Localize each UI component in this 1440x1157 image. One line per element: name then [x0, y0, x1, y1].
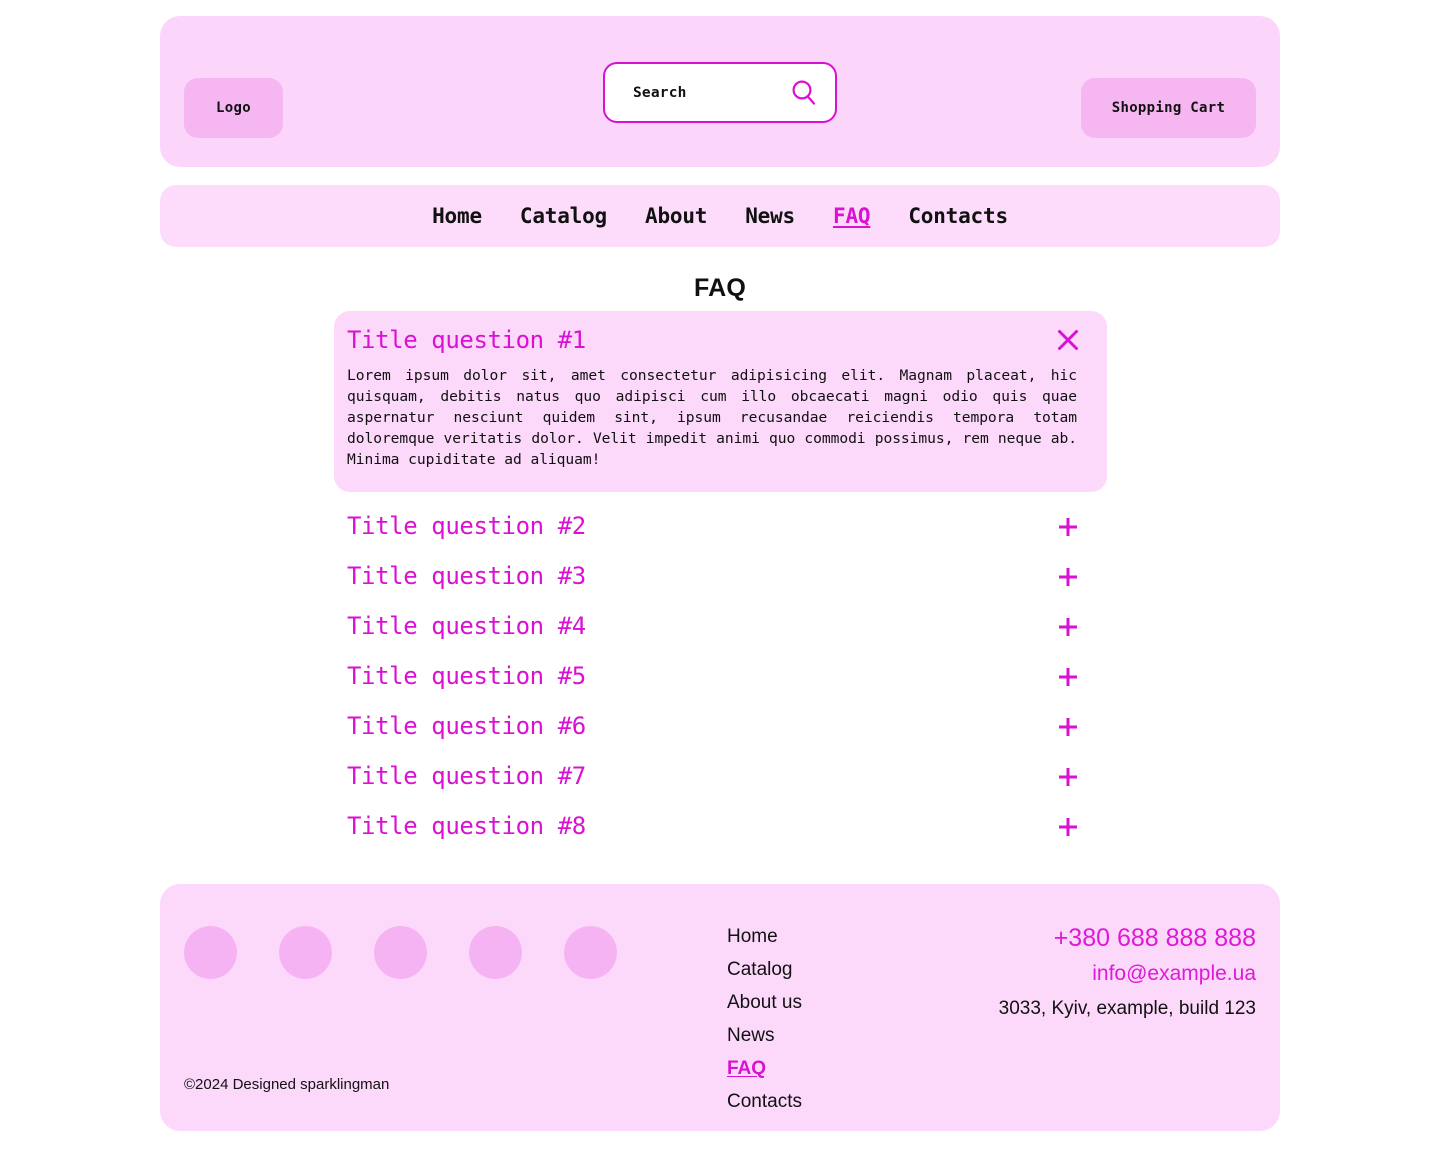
contact-email[interactable]: info@example.ua — [999, 956, 1256, 992]
search-input[interactable] — [633, 84, 789, 101]
nav-item-catalog[interactable]: Catalog — [520, 204, 607, 228]
social-icon-5[interactable] — [564, 926, 617, 979]
faq-item-2[interactable]: Title question #2 — [334, 502, 1107, 552]
faq-item-1-header[interactable]: Title question #1 — [347, 326, 1081, 355]
footer-link-about-us[interactable]: About us — [727, 987, 802, 1018]
nav-item-home[interactable]: Home — [432, 204, 482, 228]
search-box[interactable] — [603, 62, 837, 123]
close-icon[interactable] — [1055, 327, 1081, 353]
footer-link-contacts[interactable]: Contacts — [727, 1086, 802, 1117]
faq-accordion: Title question #1 Lorem ipsum dolor sit,… — [334, 311, 1107, 852]
social-icon-2[interactable] — [279, 926, 332, 979]
footer-navigation: Home Catalog About us News FAQ Contacts — [727, 921, 802, 1117]
plus-icon[interactable] — [1055, 614, 1081, 640]
social-icon-1[interactable] — [184, 926, 237, 979]
faq-page: Logo Shopping Cart Home Catalog About Ne… — [0, 0, 1440, 1157]
faq-answer-1: Lorem ipsum dolor sit, amet consectetur … — [347, 366, 1077, 468]
plus-icon[interactable] — [1055, 564, 1081, 590]
footer-link-news[interactable]: News — [727, 1020, 775, 1051]
plus-icon[interactable] — [1055, 714, 1081, 740]
social-icon-3[interactable] — [374, 926, 427, 979]
footer-link-faq[interactable]: FAQ — [727, 1053, 766, 1084]
contact-address: 3033, Kyiv, example, build 123 — [998, 998, 1256, 1019]
nav-item-news[interactable]: News — [745, 204, 795, 228]
faq-question-5: Title question #5 — [347, 661, 586, 690]
faq-question-4: Title question #4 — [347, 611, 586, 640]
social-links — [184, 926, 617, 979]
search-icon[interactable] — [789, 78, 819, 108]
page-title: FAQ — [694, 274, 746, 302]
faq-question-2: Title question #2 — [347, 511, 586, 540]
faq-item-6[interactable]: Title question #6 — [334, 702, 1107, 752]
main-navigation: Home Catalog About News FAQ Contacts — [160, 185, 1280, 247]
social-icon-4[interactable] — [469, 926, 522, 979]
footer-link-catalog[interactable]: Catalog — [727, 954, 793, 985]
faq-item-7[interactable]: Title question #7 — [334, 752, 1107, 802]
plus-icon[interactable] — [1055, 814, 1081, 840]
faq-question-7: Title question #7 — [347, 761, 586, 790]
faq-item-1[interactable]: Title question #1 Lorem ipsum dolor sit,… — [334, 311, 1107, 492]
copyright-text: ©2024 Designed sparklingman — [184, 1076, 390, 1093]
site-header: Logo Shopping Cart — [160, 16, 1280, 167]
nav-item-contacts[interactable]: Contacts — [908, 204, 1008, 228]
nav-item-about[interactable]: About — [645, 204, 707, 228]
shopping-cart-button[interactable]: Shopping Cart — [1081, 78, 1256, 138]
faq-item-4[interactable]: Title question #4 — [334, 602, 1107, 652]
plus-icon[interactable] — [1055, 514, 1081, 540]
plus-icon[interactable] — [1055, 764, 1081, 790]
faq-item-5[interactable]: Title question #5 — [334, 652, 1107, 702]
faq-question-8: Title question #8 — [347, 811, 586, 840]
faq-question-6: Title question #6 — [347, 711, 586, 740]
contact-phone[interactable]: +380 688 888 888 — [999, 921, 1256, 956]
faq-item-3[interactable]: Title question #3 — [334, 552, 1107, 602]
site-footer: ©2024 Designed sparklingman Home Catalog… — [160, 884, 1280, 1131]
footer-link-home[interactable]: Home — [727, 921, 778, 952]
footer-contacts: +380 688 888 888 info@example.ua 3033, K… — [999, 921, 1256, 1025]
faq-question-1: Title question #1 — [347, 326, 586, 354]
faq-item-8[interactable]: Title question #8 — [334, 802, 1107, 852]
nav-item-faq[interactable]: FAQ — [833, 204, 871, 228]
plus-icon[interactable] — [1055, 664, 1081, 690]
faq-question-3: Title question #3 — [347, 561, 586, 590]
logo-button[interactable]: Logo — [184, 78, 283, 138]
